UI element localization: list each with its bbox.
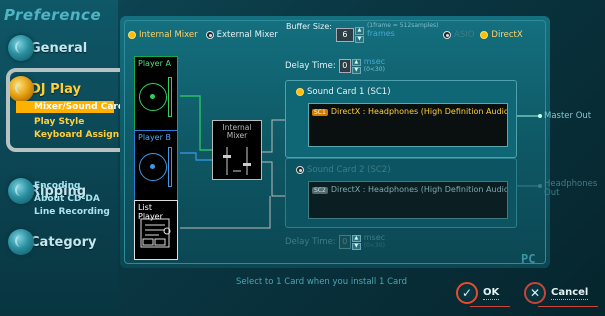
headphones-out-label: Headphones Out xyxy=(544,179,598,198)
preference-window: Preference General DJ Play Mixer/Sound C… xyxy=(0,0,605,316)
ok-label: OK xyxy=(483,286,500,300)
radio-label: Sound Card 1 (SC1) xyxy=(307,87,391,97)
radio-off-icon xyxy=(205,31,214,39)
driver-group: ASIO DirectX xyxy=(443,30,523,40)
device-tag: SC2 xyxy=(312,187,328,194)
fader-icon xyxy=(168,77,172,117)
player-a: Player A xyxy=(134,56,178,136)
internal-mixer: Internal Mixer xyxy=(212,120,262,180)
radio-asio[interactable]: ASIO xyxy=(443,30,474,40)
radio-on-icon xyxy=(128,31,136,39)
radio-label: Sound Card 2 (SC2) xyxy=(307,165,391,175)
sound-card-1: Sound Card 1 (SC1) SC1 DirectX : Headphon… xyxy=(285,80,517,158)
player-label: Player B xyxy=(138,133,171,142)
radio-external-mixer[interactable]: External Mixer xyxy=(205,30,278,40)
mixer-faders-icon xyxy=(223,147,251,175)
ok-underline xyxy=(470,306,510,307)
fader-icon xyxy=(168,147,172,187)
delay-label: Delay Time: xyxy=(285,61,336,71)
spin-up-icon[interactable]: ▲ xyxy=(354,27,364,35)
device-name[interactable]: DirectX : Headphones (High Definition Au… xyxy=(331,185,507,194)
buffer-label: Buffer Size: xyxy=(286,22,332,31)
spin-down-icon[interactable]: ▼ xyxy=(351,243,361,250)
turntable-icon xyxy=(139,153,167,181)
turntable-icon xyxy=(139,83,167,111)
spin-up-icon[interactable]: ▲ xyxy=(351,59,361,66)
radio-label: ASIO xyxy=(454,30,475,40)
buffer-size: Buffer Size: 6 ▲ ▼ (1frame = 512samples)… xyxy=(286,22,438,43)
radio-on-icon xyxy=(480,31,489,39)
delay-unit-text: msec xyxy=(363,57,386,66)
master-out-label: Master Out xyxy=(544,111,592,121)
delay-range: (0<30) xyxy=(363,242,385,249)
buffer-size-input[interactable]: 6 xyxy=(335,28,354,42)
delay-time-bottom: Delay Time: 0 ▲ ▼ msec (0<30) xyxy=(285,234,385,250)
pc-label: PC xyxy=(521,252,536,266)
list-player: List Player xyxy=(134,200,178,260)
delay-unit-text: msec xyxy=(363,233,386,242)
status-text: Select to 1 Card when you install 1 Card xyxy=(236,277,407,287)
player-label: Player A xyxy=(138,59,171,68)
delay-label: Delay Time: xyxy=(285,237,336,247)
delay-spinner[interactable]: ▲ ▼ xyxy=(351,235,361,250)
radio-internal-mixer[interactable]: Internal Mixer xyxy=(128,30,198,40)
spin-down-icon[interactable]: ▼ xyxy=(351,67,361,74)
mixer-mode-group: Internal Mixer External Mixer xyxy=(128,30,278,40)
spin-up-icon[interactable]: ▲ xyxy=(351,235,361,242)
player-b: Player B xyxy=(134,130,178,210)
buffer-unit: frames xyxy=(366,29,395,38)
sound-card-2-device-list[interactable]: SC2 DirectX : Headphones (High Definition… xyxy=(308,181,508,219)
internal-mixer-label: Internal Mixer xyxy=(222,123,252,140)
device-tag: SC1 xyxy=(312,109,328,116)
close-icon: ✕ xyxy=(524,282,546,304)
cancel-label: Cancel xyxy=(551,286,589,300)
buffer-hint: (1frame = 512samples) frames xyxy=(367,22,439,39)
device-name[interactable]: DirectX : Headphones (High Definition Au… xyxy=(331,107,507,116)
delay-unit: msec (0<30) xyxy=(364,58,385,74)
cancel-button[interactable]: ✕ Cancel xyxy=(524,282,589,304)
radio-directx[interactable]: DirectX xyxy=(480,30,523,40)
delay-range: (0<30) xyxy=(363,66,385,73)
delay-unit: msec (0<30) xyxy=(364,234,385,250)
radio-off-icon xyxy=(443,31,451,39)
sound-card-2: Sound Card 2 (SC2) SC2 DirectX : Headphon… xyxy=(285,158,517,228)
buffer-spinner[interactable]: ▲ ▼ xyxy=(354,27,364,43)
cancel-underline xyxy=(538,306,598,307)
delay-input[interactable]: 0 xyxy=(338,59,351,73)
buffer-hint-text: (1frame = 512samples) xyxy=(366,22,439,29)
radio-off-icon xyxy=(296,166,304,174)
radio-label: Internal Mixer xyxy=(139,30,198,40)
delay-spinner[interactable]: ▲ ▼ xyxy=(351,59,361,74)
spin-down-icon[interactable]: ▼ xyxy=(354,35,364,43)
list-player-icon xyxy=(140,218,171,248)
radio-on-icon xyxy=(296,88,304,96)
radio-sound-card-1[interactable]: Sound Card 1 (SC1) xyxy=(296,87,391,97)
check-icon: ✓ xyxy=(456,282,478,304)
radio-label: DirectX xyxy=(491,30,523,40)
delay-input[interactable]: 0 xyxy=(338,235,351,249)
radio-label: External Mixer xyxy=(216,30,278,40)
radio-sound-card-2[interactable]: Sound Card 2 (SC2) xyxy=(296,165,391,175)
sound-card-1-device-list[interactable]: SC1 DirectX : Headphones (High Definition… xyxy=(308,103,508,147)
ok-button[interactable]: ✓ OK xyxy=(456,282,500,304)
delay-time-top: Delay Time: 0 ▲ ▼ msec (0<30) xyxy=(285,58,385,74)
